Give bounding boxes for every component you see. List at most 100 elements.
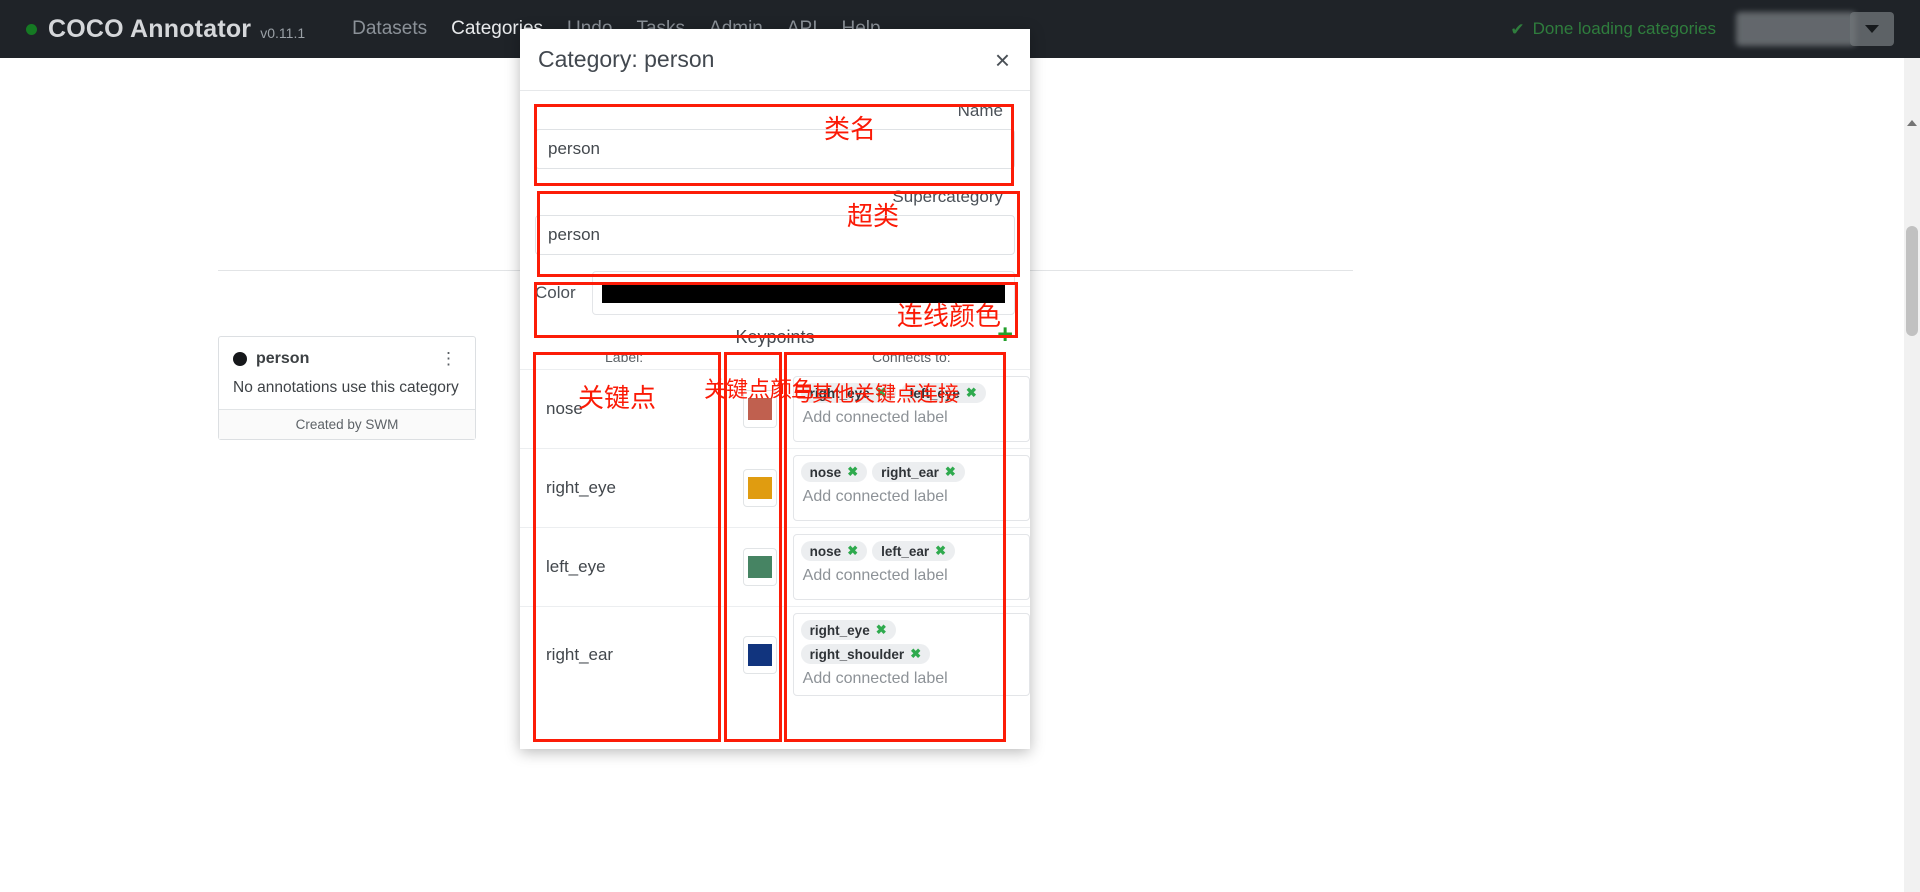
supercategory-label: Supercategory xyxy=(892,187,1003,206)
keypoints-table: Label: Connects to: nose right_eye ✖ left_e… xyxy=(520,348,1030,702)
remove-tag-icon[interactable]: ✖ xyxy=(910,646,921,662)
keypoint-label[interactable]: nose xyxy=(520,399,583,418)
nav-link-datasets[interactable]: Datasets xyxy=(352,18,427,40)
keypoint-color-cell xyxy=(728,606,793,702)
color-picker[interactable] xyxy=(591,271,1015,315)
connected-label-tag[interactable]: right_eye ✖ xyxy=(800,620,896,640)
connected-labels-field[interactable]: right_eye ✖ left_eye ✖ Add connected label xyxy=(792,376,1030,442)
loading-status: ✔ Done loading categories xyxy=(1510,19,1716,39)
keypoint-connects-cell: nose ✖ left_ear ✖ Add connected label xyxy=(792,527,1030,607)
keypoint-label[interactable]: right_ear xyxy=(520,645,613,664)
category-color-swatch xyxy=(233,352,247,366)
keypoints-table-body: nose right_eye ✖ left_eye ✖ Add connected lab… xyxy=(520,369,1030,702)
page-scrollbar[interactable] xyxy=(1904,58,1920,892)
add-connected-label-input[interactable]: Add connected label xyxy=(801,668,1022,691)
add-connected-label-input[interactable]: Add connected label xyxy=(801,407,1022,430)
connected-label-tag[interactable]: left_ear ✖ xyxy=(872,541,956,561)
status-dot-icon xyxy=(26,23,37,35)
check-icon: ✔ xyxy=(1510,19,1525,39)
scrollbar-thumb[interactable] xyxy=(1906,226,1918,336)
remove-tag-icon[interactable]: ✖ xyxy=(876,622,887,638)
close-icon[interactable]: × xyxy=(995,47,1010,73)
kebab-menu-icon[interactable]: ⋮ xyxy=(436,350,461,367)
color-swatch[interactable] xyxy=(601,283,1005,303)
keypoint-color-swatch xyxy=(748,643,773,666)
keypoint-color-swatch xyxy=(748,556,773,578)
keypoint-color-swatch xyxy=(748,398,773,420)
navbar-right: ✔ Done loading categories xyxy=(1510,12,1894,46)
user-menu[interactable] xyxy=(1736,12,1856,46)
connected-label-text: nose xyxy=(809,464,842,480)
connected-label-text: right_shoulder xyxy=(809,646,905,662)
category-card-header: person ⋮ xyxy=(233,350,461,368)
keypoint-row: left_eye nose ✖ left_ear ✖ Add connected labe… xyxy=(520,527,1030,607)
category-modal: Category: person × Name Supercategory Co… xyxy=(520,29,1030,749)
remove-tag-icon[interactable]: ✖ xyxy=(935,543,946,559)
connected-labels-field[interactable]: nose ✖ right_ear ✖ Add connected label xyxy=(792,455,1030,521)
category-card-footer: Created by SWM xyxy=(219,409,475,439)
column-header-connects: Connects to: xyxy=(872,349,951,365)
keypoint-label-cell: left_eye xyxy=(520,527,729,607)
connected-label-tag[interactable]: right_eye ✖ xyxy=(800,383,896,403)
keypoints-header: Keypoints + xyxy=(520,321,1030,348)
connected-label-text: right_ear xyxy=(881,464,939,480)
chevron-down-icon xyxy=(1865,25,1879,33)
keypoint-connects-cell: right_eye ✖ right_shoulder ✖ Add connected l… xyxy=(792,606,1030,702)
name-input[interactable] xyxy=(535,129,1015,169)
keypoint-label-cell: right_eye xyxy=(520,448,729,528)
category-card-title: person xyxy=(256,350,310,367)
add-connected-label-input[interactable]: Add connected label xyxy=(801,565,1022,588)
keypoint-color-picker[interactable] xyxy=(743,469,778,507)
category-card-subtitle: No annotations use this category xyxy=(233,379,459,396)
connected-label-text: left_ear xyxy=(881,543,930,559)
keypoint-color-cell xyxy=(728,369,793,449)
keypoint-label-cell: right_ear xyxy=(520,606,729,702)
keypoint-color-picker[interactable] xyxy=(743,390,778,428)
modal-header: Category: person × xyxy=(520,29,1030,91)
remove-tag-icon[interactable]: ✖ xyxy=(876,385,887,401)
keypoint-color-cell xyxy=(728,527,793,607)
column-header-color xyxy=(728,348,793,370)
connected-labels-field[interactable]: right_eye ✖ right_shoulder ✖ Add connected l… xyxy=(792,613,1030,696)
connected-label-tag[interactable]: nose ✖ xyxy=(800,541,868,561)
remove-tag-icon[interactable]: ✖ xyxy=(945,464,956,480)
connected-label-tag[interactable]: right_shoulder ✖ xyxy=(800,644,931,664)
column-header-label: Label: xyxy=(605,349,644,365)
plus-icon[interactable]: + xyxy=(997,321,1013,348)
remove-tag-icon[interactable]: ✖ xyxy=(847,543,858,559)
connected-label-tag[interactable]: left_eye ✖ xyxy=(900,383,986,403)
name-field-group: Name xyxy=(520,91,1030,177)
keypoint-connects-cell: right_eye ✖ left_eye ✖ Add connected label xyxy=(792,369,1030,449)
keypoint-connects-cell: nose ✖ right_ear ✖ Add connected label xyxy=(792,448,1030,528)
loading-status-text: Done loading categories xyxy=(1532,19,1716,38)
keypoints-title: Keypoints xyxy=(735,327,815,347)
color-label: Color xyxy=(535,283,576,302)
name-label: Name xyxy=(957,101,1003,120)
keypoint-color-cell xyxy=(728,448,793,528)
category-card[interactable]: person ⋮ No annotations use this categor… xyxy=(218,336,476,440)
keypoints-table-header: Label: Connects to: xyxy=(520,348,1030,370)
keypoint-color-picker[interactable] xyxy=(743,548,778,586)
connected-label-tag[interactable]: right_ear ✖ xyxy=(872,462,965,482)
remove-tag-icon[interactable]: ✖ xyxy=(847,464,858,480)
keypoint-label[interactable]: right_eye xyxy=(520,478,616,497)
connected-label-tag[interactable]: nose ✖ xyxy=(800,462,868,482)
keypoint-color-picker[interactable] xyxy=(743,635,778,674)
connected-label-text: right_eye xyxy=(809,622,870,638)
connected-labels-field[interactable]: nose ✖ left_ear ✖ Add connected label xyxy=(792,534,1030,600)
connected-label-text: nose xyxy=(809,543,842,559)
keypoint-label[interactable]: left_eye xyxy=(520,557,606,576)
modal-body: Name Supercategory Color Keypoints + xyxy=(520,91,1030,702)
brand-name[interactable]: COCO Annotator xyxy=(48,15,251,44)
connected-label-text: left_eye xyxy=(909,385,960,401)
scroll-up-arrow-icon[interactable] xyxy=(1907,120,1917,126)
supercategory-input[interactable] xyxy=(535,215,1015,255)
keypoint-color-swatch xyxy=(748,477,773,499)
color-field-group: Color xyxy=(520,263,1030,325)
brand-version: v0.11.1 xyxy=(260,25,306,41)
add-connected-label-input[interactable]: Add connected label xyxy=(801,486,1022,509)
modal-title: Category: person xyxy=(538,46,715,72)
remove-tag-icon[interactable]: ✖ xyxy=(966,385,977,401)
keypoint-label-cell: nose xyxy=(520,369,729,449)
user-menu-dropdown[interactable] xyxy=(1850,12,1894,46)
